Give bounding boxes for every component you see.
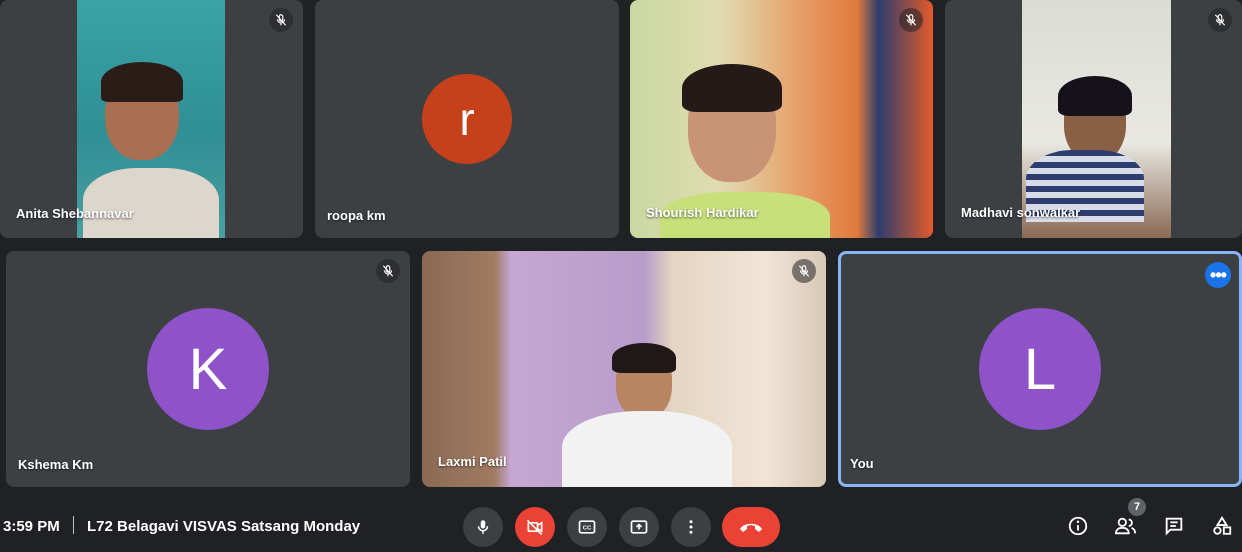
divider xyxy=(73,516,74,534)
participant-name: roopa km xyxy=(327,208,386,223)
participant-video xyxy=(77,0,225,238)
activities-button[interactable] xyxy=(1208,512,1236,540)
participant-tile[interactable]: r roopa km xyxy=(315,0,619,238)
participant-video xyxy=(630,0,933,238)
captions-icon: CC xyxy=(578,520,596,534)
participant-name: Laxmi Patil xyxy=(438,454,507,469)
avatar: L xyxy=(979,308,1101,430)
participant-tile[interactable]: Madhavi sonwalkar xyxy=(945,0,1242,238)
mic-off-icon xyxy=(376,259,400,283)
svg-text:CC: CC xyxy=(583,526,592,532)
person-hair xyxy=(612,343,676,373)
avatar: K xyxy=(147,308,269,430)
meeting-info-button[interactable] xyxy=(1064,512,1092,540)
mic-off-icon xyxy=(269,8,293,32)
hang-up-icon xyxy=(740,523,762,532)
avatar: r xyxy=(422,74,512,164)
person-body xyxy=(562,411,732,487)
participant-tile[interactable]: Laxmi Patil xyxy=(422,251,826,487)
mic-off-icon xyxy=(792,259,816,283)
info-icon xyxy=(1068,516,1088,536)
chat-icon xyxy=(1165,517,1183,536)
participant-name: You xyxy=(850,456,874,471)
participant-name: Kshema Km xyxy=(18,457,94,472)
person-hair xyxy=(101,62,183,102)
activities-icon xyxy=(1213,516,1232,535)
meeting-title: L72 Belagavi VISVAS Satsang Monday xyxy=(87,518,361,535)
chat-button[interactable] xyxy=(1160,512,1188,540)
camera-off-icon xyxy=(526,519,543,536)
participant-tile[interactable]: Shourish Hardikar xyxy=(630,0,933,238)
participant-tile[interactable]: K Kshema Km xyxy=(6,251,410,487)
microphone-button[interactable] xyxy=(463,507,503,547)
hang-up-button[interactable] xyxy=(722,507,780,547)
person-hair xyxy=(682,64,782,112)
camera-button[interactable] xyxy=(515,507,555,547)
clock: 3:59 PM xyxy=(3,518,60,535)
mic-off-icon xyxy=(899,8,923,32)
present-button[interactable] xyxy=(619,507,659,547)
participants-button[interactable] xyxy=(1112,512,1140,540)
person-body xyxy=(83,168,219,238)
more-options-icon xyxy=(689,520,693,534)
participant-video xyxy=(1022,0,1171,238)
bottom-bar: 3:59 PM L72 Belagavi VISVAS Satsang Mond… xyxy=(0,496,1242,552)
participant-name: Shourish Hardikar xyxy=(646,205,759,220)
more-options-icon[interactable]: ••• xyxy=(1205,262,1231,288)
microphone-icon xyxy=(477,520,489,534)
mic-off-icon xyxy=(1208,8,1232,32)
participant-name: Madhavi sonwalkar xyxy=(961,205,1081,220)
self-tile[interactable]: L ••• You xyxy=(838,251,1242,487)
person-hair xyxy=(1058,76,1132,116)
participant-name: Anita Shebannavar xyxy=(16,206,134,221)
captions-button[interactable]: CC xyxy=(567,507,607,547)
participant-video xyxy=(422,251,826,487)
present-icon xyxy=(630,520,648,534)
people-icon xyxy=(1114,517,1137,535)
participant-count-badge: 7 xyxy=(1128,498,1146,516)
more-options-button[interactable] xyxy=(671,507,711,547)
participant-tile[interactable]: Anita Shebannavar xyxy=(0,0,303,238)
